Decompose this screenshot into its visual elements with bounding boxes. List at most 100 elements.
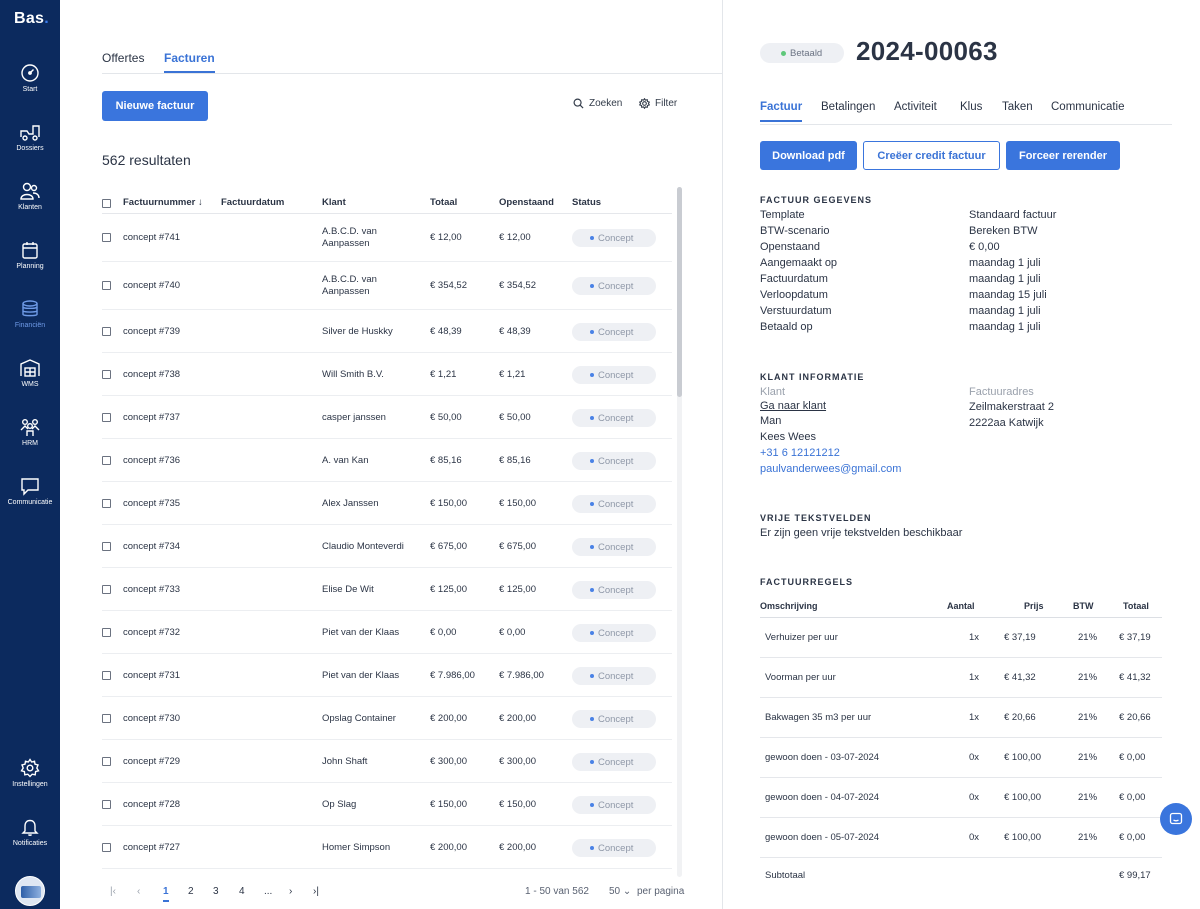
sidebar-item-start[interactable]: Start <box>0 63 60 113</box>
scrollbar-thumb[interactable] <box>677 187 682 397</box>
invoice-number-cell[interactable]: concept #734 <box>123 541 180 553</box>
invoice-number-cell[interactable]: concept #736 <box>123 455 180 467</box>
table-row[interactable]: concept #727 Homer Simpson € 200,00 € 200,0… <box>102 826 672 869</box>
row-checkbox[interactable] <box>102 542 111 551</box>
client-phone-link[interactable]: +31 6 12121212 <box>760 447 840 459</box>
row-checkbox[interactable] <box>102 499 111 508</box>
select-all-checkbox[interactable] <box>102 199 111 208</box>
row-checkbox[interactable] <box>102 714 111 723</box>
table-row[interactable]: concept #729 John Shaft € 300,00 € 300,00 Co… <box>102 740 672 783</box>
invoice-list-panel: Offertes Facturen Nieuwe factuur Zoeken … <box>60 0 722 909</box>
row-checkbox[interactable] <box>102 327 111 336</box>
invoice-number-cell[interactable]: concept #737 <box>123 412 180 424</box>
first-page-icon[interactable]: |‹ <box>110 886 116 897</box>
support-chat-button[interactable] <box>1160 803 1192 835</box>
filter-button[interactable]: Filter <box>639 98 677 109</box>
tab-factuur[interactable]: Factuur <box>760 101 803 122</box>
invoice-number-cell[interactable]: concept #733 <box>123 584 180 596</box>
sidebar-item-instellingen[interactable]: Instellingen <box>0 758 60 808</box>
invoice-number-cell[interactable]: concept #728 <box>123 799 180 811</box>
invoice-number-cell[interactable]: concept #738 <box>123 369 180 381</box>
row-checkbox[interactable] <box>102 757 111 766</box>
tab-activiteit[interactable]: Activiteit <box>894 101 937 120</box>
per-page-select[interactable]: 50 ⌄ <box>609 886 631 897</box>
invoice-number-cell[interactable]: concept #730 <box>123 713 180 725</box>
sidebar-item-financien[interactable]: Financiën <box>0 299 60 349</box>
sidebar-item-planning[interactable]: Planning <box>0 240 60 290</box>
row-checkbox[interactable] <box>102 233 111 242</box>
col-openstaand[interactable]: Openstaand <box>499 197 554 208</box>
invoice-number-cell[interactable]: concept #735 <box>123 498 180 510</box>
sidebar-item-wms[interactable]: WMS <box>0 358 60 408</box>
row-checkbox[interactable] <box>102 370 111 379</box>
download-pdf-button[interactable]: Download pdf <box>760 141 857 170</box>
page-1[interactable]: 1 <box>163 886 169 902</box>
sidebar-item-notificaties[interactable]: Notificaties <box>0 817 60 867</box>
col-factuurnummer[interactable]: Factuurnummer ↓ <box>123 197 203 208</box>
invoice-number-cell[interactable]: concept #729 <box>123 756 180 768</box>
row-checkbox[interactable] <box>102 413 111 422</box>
sidebar-item-klanten[interactable]: Klanten <box>0 181 60 231</box>
go-to-client-link[interactable]: Ga naar klant <box>760 400 826 412</box>
table-row[interactable]: concept #733 Elise De Wit € 125,00 € 125,00… <box>102 568 672 611</box>
table-row[interactable]: concept #730 Opslag Container € 200,00 € 20… <box>102 697 672 740</box>
row-checkbox[interactable] <box>102 628 111 637</box>
create-credit-invoice-button[interactable]: Creëer credit factuur <box>863 141 1000 170</box>
table-row[interactable]: concept #735 Alex Janssen € 150,00 € 150,00… <box>102 482 672 525</box>
status-dot <box>590 502 594 506</box>
row-checkbox[interactable] <box>102 800 111 809</box>
col-status[interactable]: Status <box>572 197 601 208</box>
table-row[interactable]: concept #737 casper janssen € 50,00 € 50,00… <box>102 396 672 439</box>
table-row[interactable]: concept #732 Piet van der Klaas € 0,00 € 0,… <box>102 611 672 654</box>
app-logo[interactable]: Bas. <box>14 10 49 28</box>
table-row[interactable]: concept #740 A.B.C.D. van Aanpassen € 354,5… <box>102 262 672 310</box>
page-3[interactable]: 3 <box>213 886 219 897</box>
client-email-link[interactable]: paulvanderwees@gmail.com <box>760 463 901 475</box>
status-badge: Concept <box>572 495 656 513</box>
invoice-number-cell[interactable]: concept #731 <box>123 670 180 682</box>
table-row[interactable]: concept #741 A.B.C.D. van Aanpassen € 12,00… <box>102 214 672 262</box>
table-row[interactable]: concept #739 Silver de Huskky € 48,39 € 48,… <box>102 310 672 353</box>
sidebar-item-hrm[interactable]: HRM <box>0 417 60 467</box>
next-page-icon[interactable]: › <box>289 886 292 897</box>
search-button[interactable]: Zoeken <box>573 98 622 109</box>
row-checkbox[interactable] <box>102 671 111 680</box>
invoice-number-cell[interactable]: concept #732 <box>123 627 180 639</box>
new-invoice-button[interactable]: Nieuwe factuur <box>102 91 208 121</box>
sidebar-item-communicatie[interactable]: Communicatie <box>0 476 60 526</box>
tab-taken[interactable]: Taken <box>1002 101 1033 120</box>
table-row[interactable]: concept #731 Piet van der Klaas € 7.986,00… <box>102 654 672 697</box>
outstanding-cell: € 200,00 <box>499 713 536 724</box>
row-checkbox[interactable] <box>102 843 111 852</box>
last-page-icon[interactable]: ›| <box>313 886 319 897</box>
outstanding-cell: € 675,00 <box>499 541 536 552</box>
row-checkbox[interactable] <box>102 585 111 594</box>
col-totaal[interactable]: Totaal <box>430 197 457 208</box>
page-2[interactable]: 2 <box>188 886 194 897</box>
prev-page-icon[interactable]: ‹ <box>137 886 140 897</box>
scrollbar[interactable] <box>677 187 682 877</box>
row-checkbox[interactable] <box>102 456 111 465</box>
tab-klus[interactable]: Klus <box>960 101 982 120</box>
detail-key: Aangemaakt op <box>760 257 838 269</box>
table-row[interactable]: concept #728 Op Slag € 150,00 € 150,00 Conce… <box>102 783 672 826</box>
invoice-number-cell[interactable]: concept #740 <box>123 280 180 292</box>
invoice-number-cell[interactable]: concept #727 <box>123 842 180 854</box>
invoice-number-cell[interactable]: concept #741 <box>123 232 180 244</box>
col-factuurdatum[interactable]: Factuurdatum <box>221 197 284 208</box>
status-label: Concept <box>598 541 634 553</box>
avatar[interactable] <box>15 876 45 906</box>
tab-offertes[interactable]: Offertes <box>102 51 144 71</box>
row-checkbox[interactable] <box>102 281 111 290</box>
col-klant[interactable]: Klant <box>322 197 346 208</box>
table-row[interactable]: concept #738 Will Smith B.V. € 1,21 € 1,21 C… <box>102 353 672 396</box>
tab-betalingen[interactable]: Betalingen <box>821 101 875 120</box>
table-row[interactable]: concept #734 Claudio Monteverdi € 675,00 € … <box>102 525 672 568</box>
invoice-number-cell[interactable]: concept #739 <box>123 326 180 338</box>
tab-facturen[interactable]: Facturen <box>164 51 215 73</box>
force-rerender-button[interactable]: Forceer rerender <box>1006 141 1120 170</box>
sidebar-item-dossiers[interactable]: Dossiers <box>0 122 60 172</box>
table-row[interactable]: concept #736 A. van Kan € 85,16 € 85,16 Conc… <box>102 439 672 482</box>
page-4[interactable]: 4 <box>239 886 245 897</box>
tab-communicatie[interactable]: Communicatie <box>1051 101 1125 120</box>
